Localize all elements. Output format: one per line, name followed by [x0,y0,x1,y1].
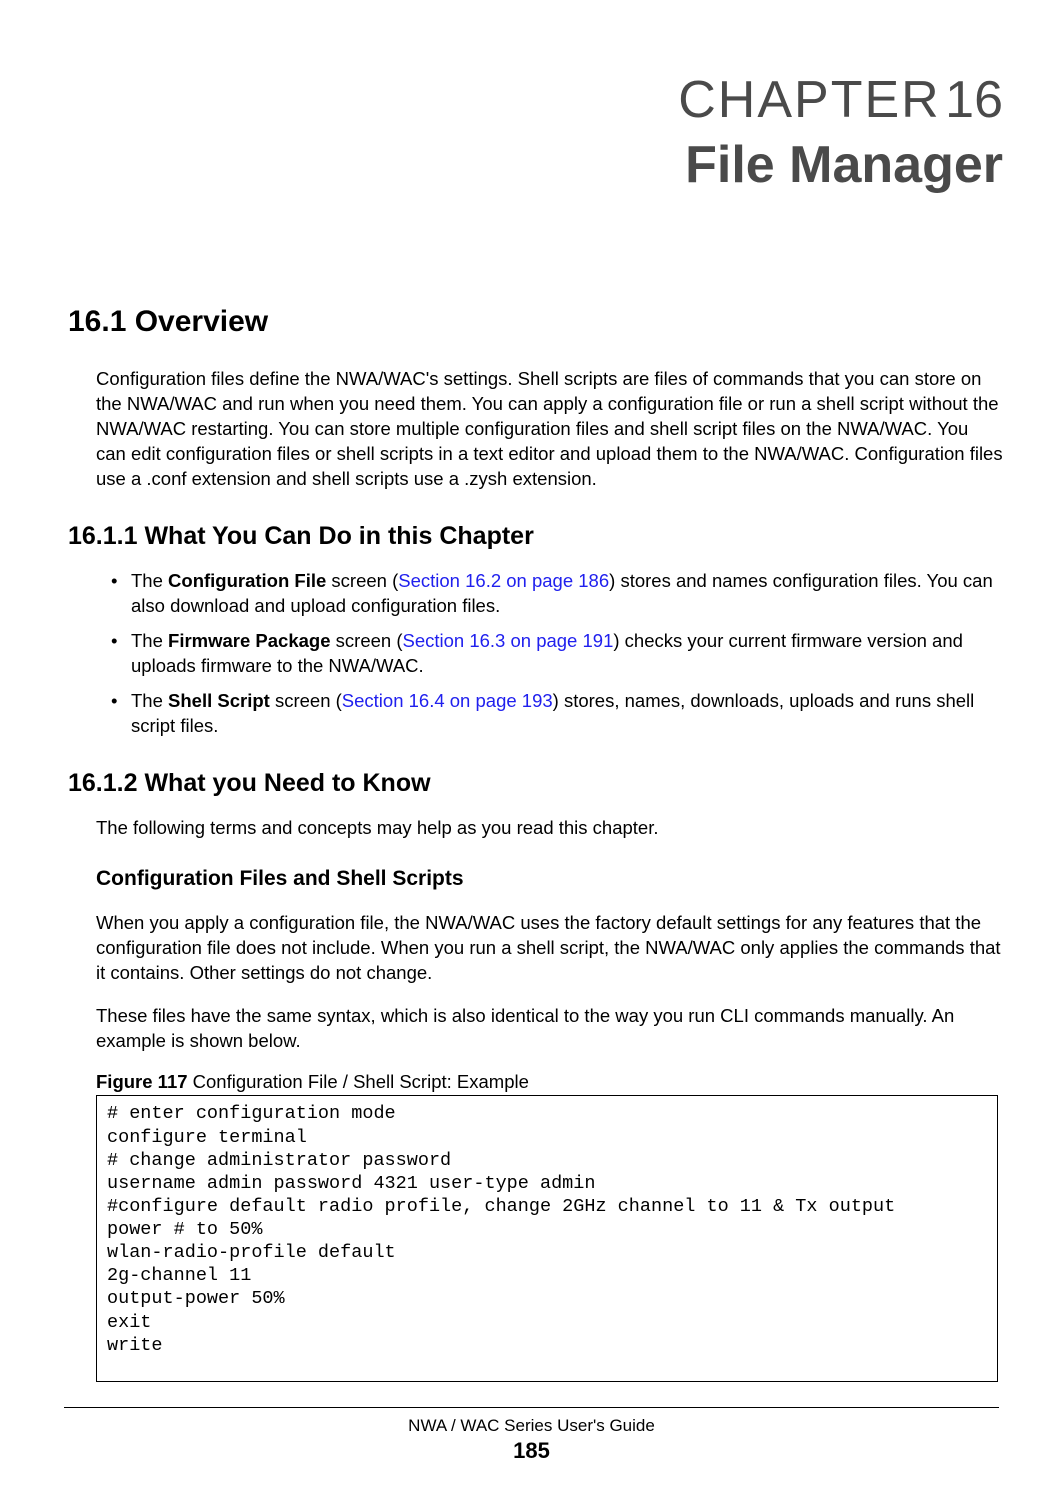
bullet-bold: Shell Script [168,690,270,711]
bullet-mid: screen ( [270,690,342,711]
bullet-prefix: The [131,630,168,651]
bullet-link[interactable]: Section 16.3 on page 191 [402,630,613,651]
chapter-label-rest: HAPTER [718,71,941,129]
config-files-para2: These files have the same syntax, which … [96,1004,1003,1054]
page-number: 185 [0,1438,1063,1464]
footer-guide-name: NWA / WAC Series User's Guide [0,1416,1063,1436]
bullet-link[interactable]: Section 16.4 on page 193 [342,690,553,711]
bullet-item-config-file: The Configuration File screen (Section 1… [116,569,1003,619]
bullet-item-shell-script: The Shell Script screen (Section 16.4 on… [116,689,1003,739]
footer-divider [64,1407,999,1408]
chapter-label-prefix: C [678,71,718,129]
section-heading-need-to-know: 16.1.2 What you Need to Know [68,769,1003,798]
config-files-para1: When you apply a configuration file, the… [96,911,1003,986]
subheading-config-files: Configuration Files and Shell Scripts [96,867,1003,891]
chapter-header: CHAPTER 16 File Manager [68,70,1003,195]
figure-label: Figure 117 Configuration File / Shell Sc… [96,1071,1003,1093]
chapter-number: 16 [945,71,1003,129]
bullet-bold: Firmware Package [168,630,330,651]
bullet-prefix: The [131,570,168,591]
overview-paragraph: Configuration files define the NWA/WAC's… [96,367,1003,492]
bullet-link[interactable]: Section 16.2 on page 186 [398,570,609,591]
bullet-list: The Configuration File screen (Section 1… [116,569,1003,739]
bullet-prefix: The [131,690,168,711]
page-footer: NWA / WAC Series User's Guide 185 [0,1407,1063,1464]
chapter-label: CHAPTER 16 [68,70,1003,130]
section-heading-overview: 16.1 Overview [68,305,1003,339]
section-heading-what-you-can-do: 16.1.1 What You Can Do in this Chapter [68,522,1003,551]
figure-label-bold: Figure 117 [96,1071,188,1092]
bullet-bold: Configuration File [168,570,326,591]
bullet-mid: screen ( [331,630,403,651]
bullet-mid: screen ( [326,570,398,591]
code-example: # enter configuration mode configure ter… [96,1095,998,1381]
need-to-know-intro: The following terms and concepts may hel… [96,816,1003,841]
figure-label-rest: Configuration File / Shell Script: Examp… [188,1071,529,1092]
chapter-title: File Manager [68,135,1003,195]
bullet-item-firmware: The Firmware Package screen (Section 16.… [116,629,1003,679]
